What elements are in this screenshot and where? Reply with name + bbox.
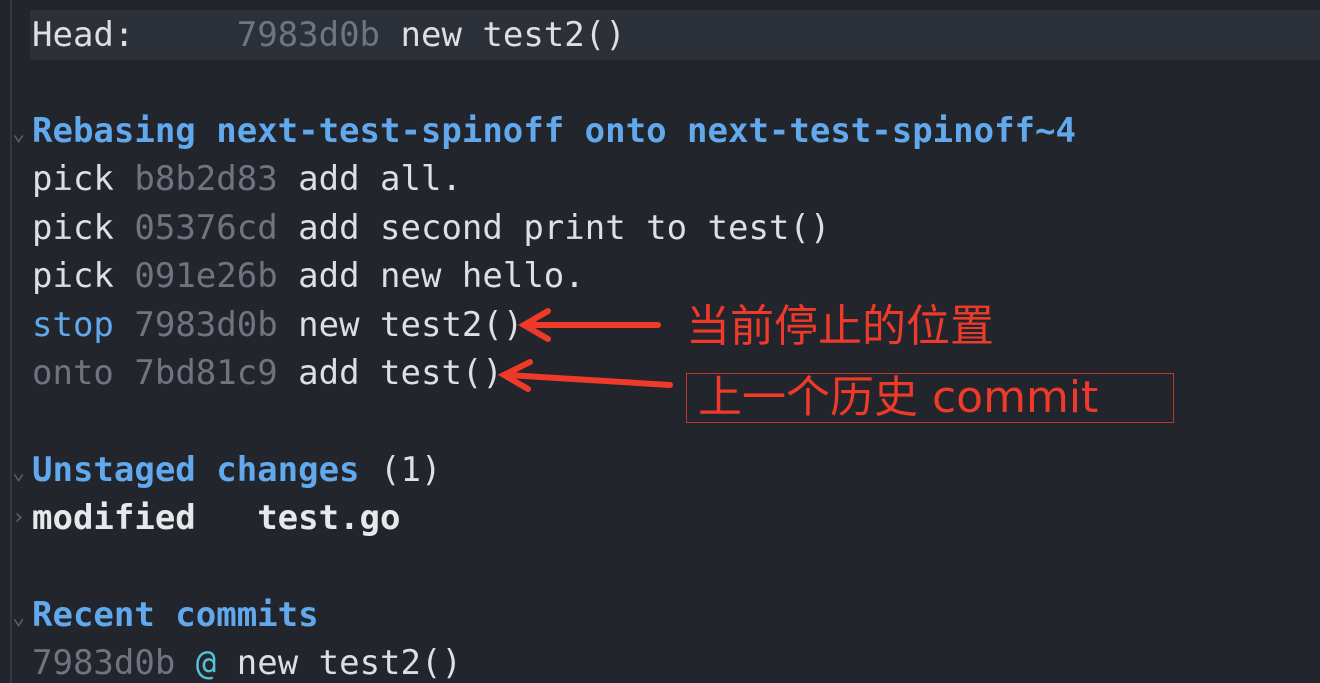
onto-arrow-shaft — [505, 372, 673, 388]
stop-annotation-text: 当前停止的位置 — [686, 301, 994, 352]
annotation-arrows — [497, 308, 673, 392]
onto-annotation-text: 上一个历史 commit — [698, 372, 1099, 423]
magit-status-buffer: Head: 7983d0b new test2() ⌄ Rebasing nex… — [0, 0, 1320, 683]
